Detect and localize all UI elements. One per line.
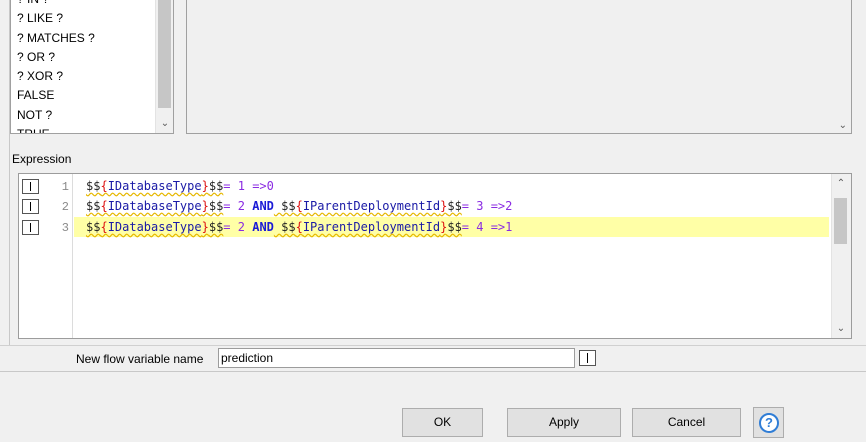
dialog-left-edge [0,0,10,345]
function-list-item[interactable]: ? IN ? [11,0,157,9]
code-token: 2 [237,199,245,213]
code-token: $$ [208,179,224,193]
code-token: = [461,220,477,234]
code-token: AND [252,220,274,234]
code-token: $$ [86,179,101,193]
code-token: IDatabaseType [107,220,202,234]
line-marker-icon[interactable] [22,220,39,235]
code-token: = [223,220,238,234]
code-token: $$ [447,220,462,234]
expression-editor[interactable]: 123 $${IDatabaseType}$$= 1 =>0 $${IDataba… [18,173,852,339]
chevron-down-icon[interactable]: ⌄ [839,120,847,131]
code-token: = [223,179,238,193]
code-token: } [201,220,209,234]
code-token: { [295,199,303,213]
editor-gutter: 1 2 3 [19,174,73,338]
function-list-item[interactable]: ? MATCHES ? [11,29,157,48]
line-number: 2 [61,200,69,214]
code-token: $$ [86,220,101,234]
code-token: 0 [266,179,274,193]
function-list-item[interactable]: TRUE [11,125,157,133]
function-list-item[interactable]: ? XOR ? [11,67,157,86]
code-token: IParentDeploymentId [302,220,441,234]
flow-variable-picker-icon[interactable] [579,350,596,366]
cancel-button[interactable]: Cancel [632,408,741,437]
scrollbar-thumb[interactable] [834,198,847,244]
code-token: IDatabaseType [107,179,202,193]
code-line[interactable]: $${IDatabaseType}$$= 2 AND $${IParentDep… [74,217,829,237]
code-token: { [100,199,108,213]
code-token: } [201,199,209,213]
line-number: 1 [61,180,69,194]
function-list-scrollbar[interactable]: ⌄ [155,0,173,133]
code-token: $$ [447,199,462,213]
line-number: 3 [61,221,69,235]
code-token: $$ [86,199,101,213]
help-icon: ? [759,413,779,433]
flow-variable-row: New flow variable name prediction [0,346,866,372]
scrollbar-thumb[interactable] [158,0,171,108]
code-token: $$ [273,199,296,213]
code-token: => [483,199,506,213]
line-marker-icon[interactable] [22,199,39,214]
code-token: AND [252,199,274,213]
code-token: => [244,179,267,193]
function-list-item[interactable]: NOT ? [11,106,157,125]
code-token: 1 [237,179,245,193]
function-list-items: ? IN ?? LIKE ?? MATCHES ?? OR ?? XOR ?FA… [11,0,157,133]
code-token: { [295,220,303,234]
code-token: } [201,179,209,193]
code-token: => [483,220,506,234]
code-token: { [100,220,108,234]
code-token: $$ [273,220,296,234]
code-token: 1 [505,220,513,234]
code-token: 2 [237,220,245,234]
function-list[interactable]: ? IN ?? LIKE ?? MATCHES ?? OR ?? XOR ?FA… [10,0,174,134]
code-token: $$ [208,220,224,234]
chevron-up-icon[interactable]: ⌃ [832,178,850,189]
chevron-down-icon[interactable]: ⌄ [832,323,850,334]
code-line[interactable]: $${IDatabaseType}$$= 1 =>0 [74,176,829,196]
function-list-item[interactable]: FALSE [11,86,157,105]
code-token: = [461,199,477,213]
editor-scrollbar[interactable]: ⌃ ⌄ [831,174,851,338]
code-token: 2 [505,199,513,213]
apply-button[interactable]: Apply [507,408,621,437]
function-description-panel: ⌄ [186,0,852,134]
help-button[interactable]: ? [753,407,784,438]
code-token: { [100,179,108,193]
line-marker-icon[interactable] [22,179,39,194]
flow-variable-label: New flow variable name [76,352,204,366]
function-list-item[interactable]: ? OR ? [11,48,157,67]
code-token: IDatabaseType [107,199,202,213]
expression-label: Expression [12,152,72,166]
function-list-item[interactable]: ? LIKE ? [11,9,157,28]
ok-button[interactable]: OK [402,408,483,437]
code-token: IParentDeploymentId [302,199,441,213]
code-line[interactable]: $${IDatabaseType}$$= 2 AND $${IParentDep… [74,196,829,216]
chevron-down-icon[interactable]: ⌄ [156,118,173,129]
flow-variable-name-input[interactable]: prediction [218,348,575,368]
code-token: = [223,199,238,213]
code-token: $$ [208,199,224,213]
